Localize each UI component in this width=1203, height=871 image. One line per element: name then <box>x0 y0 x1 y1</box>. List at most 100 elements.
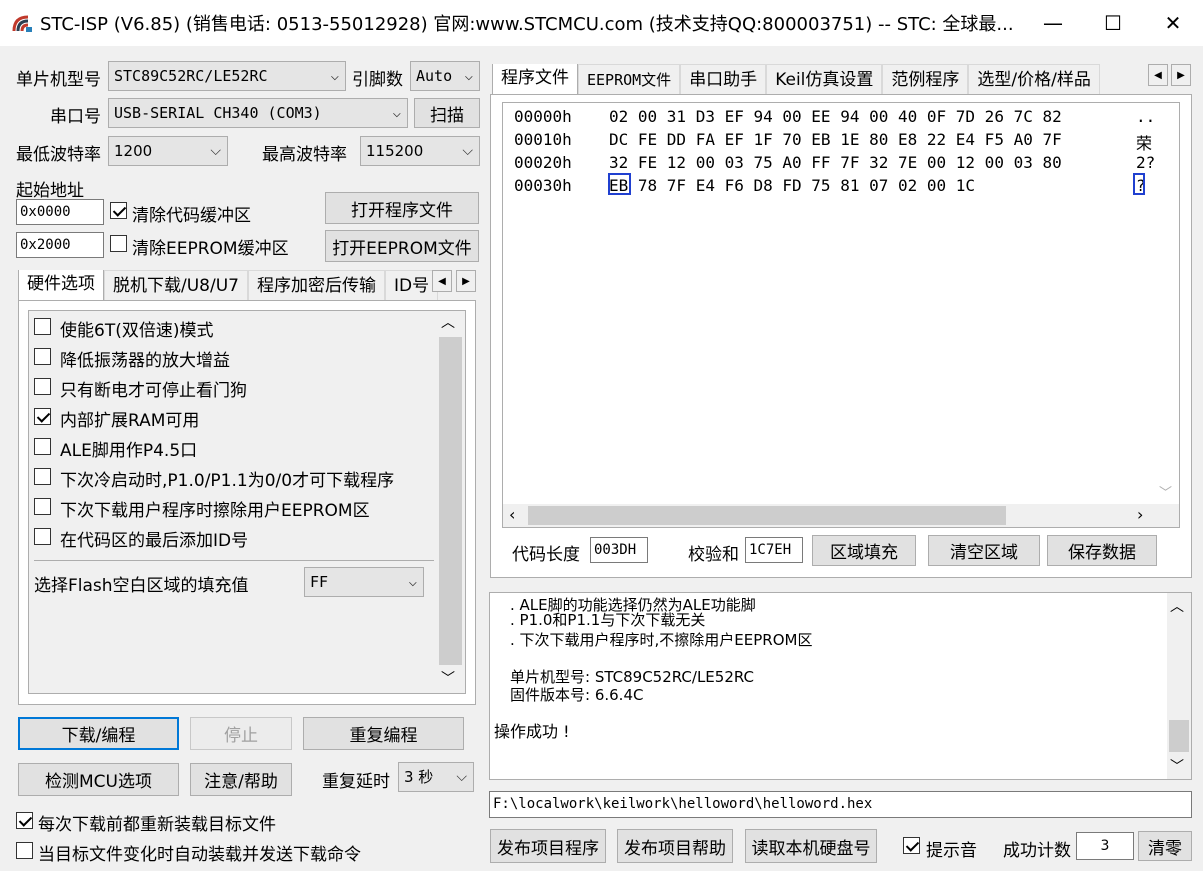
hw-option-checkbox[interactable] <box>34 378 51 395</box>
tab-offline-download[interactable]: 脱机下载/U8/U7 <box>104 270 248 300</box>
code-address-input[interactable]: 0x0000 <box>16 199 104 225</box>
right-tab-scroll-right-icon[interactable]: ▶ <box>1171 64 1191 86</box>
log-line: . P1.0和P1.1与下次下载无关 <box>510 611 706 629</box>
hw-option-checkbox[interactable] <box>34 528 51 545</box>
fill-value: FF <box>310 573 329 591</box>
window-title: STC-ISP (V6.85) (销售电话: 0513-55012928) 官网… <box>40 14 1014 35</box>
log-scroll-down-icon[interactable]: ﹀ <box>1170 756 1184 776</box>
port-label: 串口号 <box>50 107 101 127</box>
hex-ascii: 荣 <box>1136 134 1153 153</box>
close-button[interactable]: ✕ <box>1143 0 1203 46</box>
log-line: 操作成功 ! <box>494 722 570 741</box>
scroll-down-icon[interactable]: ﹀ <box>441 668 455 688</box>
hex-scroll-down-icon[interactable]: ﹀ <box>1159 482 1172 501</box>
log-line: 固件版本号: 6.6.4C <box>510 686 644 704</box>
scan-button[interactable]: 扫描 <box>414 98 480 128</box>
publish-program-button[interactable]: 发布项目程序 <box>490 829 606 863</box>
log-line: 单片机型号: STC89C52RC/LE52RC <box>510 668 755 686</box>
save-data-button[interactable]: 保存数据 <box>1047 535 1157 566</box>
hw-option-checkbox[interactable] <box>34 468 51 485</box>
pins-select-value: Auto <box>416 67 453 85</box>
delay-select[interactable]: 3 秒 ⌵ <box>398 762 474 792</box>
clear-code-checkbox[interactable] <box>110 202 127 219</box>
app-icon <box>12 15 32 32</box>
scroll-left-icon[interactable]: ‹ <box>509 505 515 524</box>
publish-help-button[interactable]: 发布项目帮助 <box>617 829 733 863</box>
hex-address: 00010h <box>514 130 572 149</box>
min-baud-label: 最低波特率 <box>16 145 101 165</box>
max-baud-select[interactable]: 115200 ⌵ <box>360 136 480 166</box>
tab-scroll-left-icon[interactable]: ◀ <box>432 270 452 292</box>
hw-option-label: 内部扩展RAM可用 <box>60 411 200 431</box>
help-button[interactable]: 注意/帮助 <box>190 763 292 796</box>
auto-send-checkbox[interactable] <box>16 842 33 859</box>
chevron-down-icon: ⌵ <box>408 574 417 590</box>
tab-id[interactable]: ID号 <box>384 270 439 300</box>
tab-hardware-options[interactable]: 硬件选项 <box>18 270 104 300</box>
hw-option-checkbox[interactable] <box>34 318 51 335</box>
clear-eeprom-label: 清除EEPROM缓冲区 <box>132 239 289 259</box>
fill-area-button[interactable]: 区域填充 <box>812 535 916 566</box>
hw-option-checkbox[interactable] <box>34 408 51 425</box>
mcu-select-value: STC89C52RC/LE52RC <box>114 67 268 85</box>
clear-count-button[interactable]: 清零 <box>1138 831 1192 861</box>
title-bar: STC-ISP (V6.85) (销售电话: 0513-55012928) 官网… <box>0 0 1203 46</box>
hex-bytes: 32 FE 12 00 03 75 A0 FF 7F 32 7E 00 12 0… <box>609 153 1062 172</box>
tab-encrypted-transfer[interactable]: 程序加密后传输 <box>247 270 385 300</box>
read-disk-button[interactable]: 读取本机硬盘号 <box>745 829 877 863</box>
minimize-button[interactable]: — <box>1023 0 1083 46</box>
clear-area-button[interactable]: 清空区域 <box>928 535 1040 566</box>
open-eeprom-button[interactable]: 打开EEPROM文件 <box>325 230 479 262</box>
maximize-button[interactable]: ☐ <box>1083 0 1143 46</box>
port-select[interactable]: USB-SERIAL CH340 (COM3) ⌵ <box>108 98 408 128</box>
fill-value-select[interactable]: FF ⌵ <box>304 567 424 597</box>
success-count-value: 3 <box>1076 832 1134 860</box>
check-mcu-button[interactable]: 检测MCU选项 <box>18 763 179 796</box>
options-scroll-thumb[interactable] <box>439 337 462 665</box>
auto-send-label: 当目标文件变化时自动装载并发送下载命令 <box>38 845 361 865</box>
tab-examples[interactable]: 范例程序 <box>882 64 969 94</box>
scroll-right-icon[interactable]: › <box>1137 505 1143 524</box>
hex-ascii: .. <box>1136 107 1156 126</box>
tab-selection-price[interactable]: 选型/价格/样品 <box>968 64 1100 94</box>
hex-bytes: DC FE DD FA EF 1F 70 EB 1E 80 E8 22 E4 F… <box>609 130 1062 149</box>
open-program-button[interactable]: 打开程序文件 <box>325 192 479 224</box>
reload-checkbox[interactable] <box>16 812 33 829</box>
pins-label: 引脚数 <box>352 70 403 90</box>
hw-option-checkbox[interactable] <box>34 348 51 365</box>
chevron-down-icon: ⌵ <box>462 143 473 159</box>
chevron-down-icon: ⌵ <box>330 68 339 84</box>
right-tab-bar: 程序文件 EEPROM文件 串口助手 Keil仿真设置 范例程序 选型/价格/样… <box>492 64 1140 94</box>
code-length-label: 代码长度 <box>512 545 580 565</box>
tab-keil-settings[interactable]: Keil仿真设置 <box>766 64 883 94</box>
tab-serial-assistant[interactable]: 串口助手 <box>680 64 767 94</box>
eeprom-address-input[interactable]: 0x2000 <box>16 232 104 258</box>
download-button[interactable]: 下载/编程 <box>18 717 179 750</box>
hw-option-label: 在代码区的最后添加ID号 <box>60 531 249 551</box>
hw-option-checkbox[interactable] <box>34 438 51 455</box>
hex-bytes: 02 00 31 D3 EF 94 00 EE 94 00 40 0F 7D 2… <box>609 107 1062 126</box>
hw-option-checkbox[interactable] <box>34 498 51 515</box>
pins-select[interactable]: Auto ⌵ <box>410 61 480 91</box>
ascii-cursor-highlight <box>1133 173 1145 195</box>
log-scroll-up-icon[interactable]: ︿ <box>1170 596 1184 616</box>
stop-button[interactable]: 停止 <box>190 717 292 750</box>
hex-address: 00030h <box>514 176 572 195</box>
hw-option-label: 降低振荡器的放大增益 <box>60 351 230 371</box>
tab-eeprom-file[interactable]: EEPROM文件 <box>578 64 681 94</box>
mcu-select[interactable]: STC89C52RC/LE52RC ⌵ <box>108 61 346 91</box>
hw-option-label: ALE脚用作P4.5口 <box>60 441 198 461</box>
max-baud-value: 115200 <box>366 142 424 160</box>
tab-program-file[interactable]: 程序文件 <box>492 64 578 94</box>
hex-ascii: 2? <box>1136 153 1156 172</box>
min-baud-select[interactable]: 1200 ⌵ <box>108 136 228 166</box>
hex-hscroll-thumb[interactable] <box>528 506 1006 525</box>
log-scroll-thumb[interactable] <box>1169 720 1189 752</box>
sound-checkbox[interactable] <box>903 837 920 854</box>
tab-scroll-right-icon[interactable]: ▶ <box>456 270 476 292</box>
hw-option-label: 只有断电才可停止看门狗 <box>60 381 247 401</box>
right-tab-scroll-left-icon[interactable]: ◀ <box>1148 64 1168 86</box>
scroll-up-icon[interactable]: ︿ <box>441 312 455 332</box>
clear-eeprom-checkbox[interactable] <box>110 235 127 252</box>
reprogram-button[interactable]: 重复编程 <box>303 717 464 750</box>
